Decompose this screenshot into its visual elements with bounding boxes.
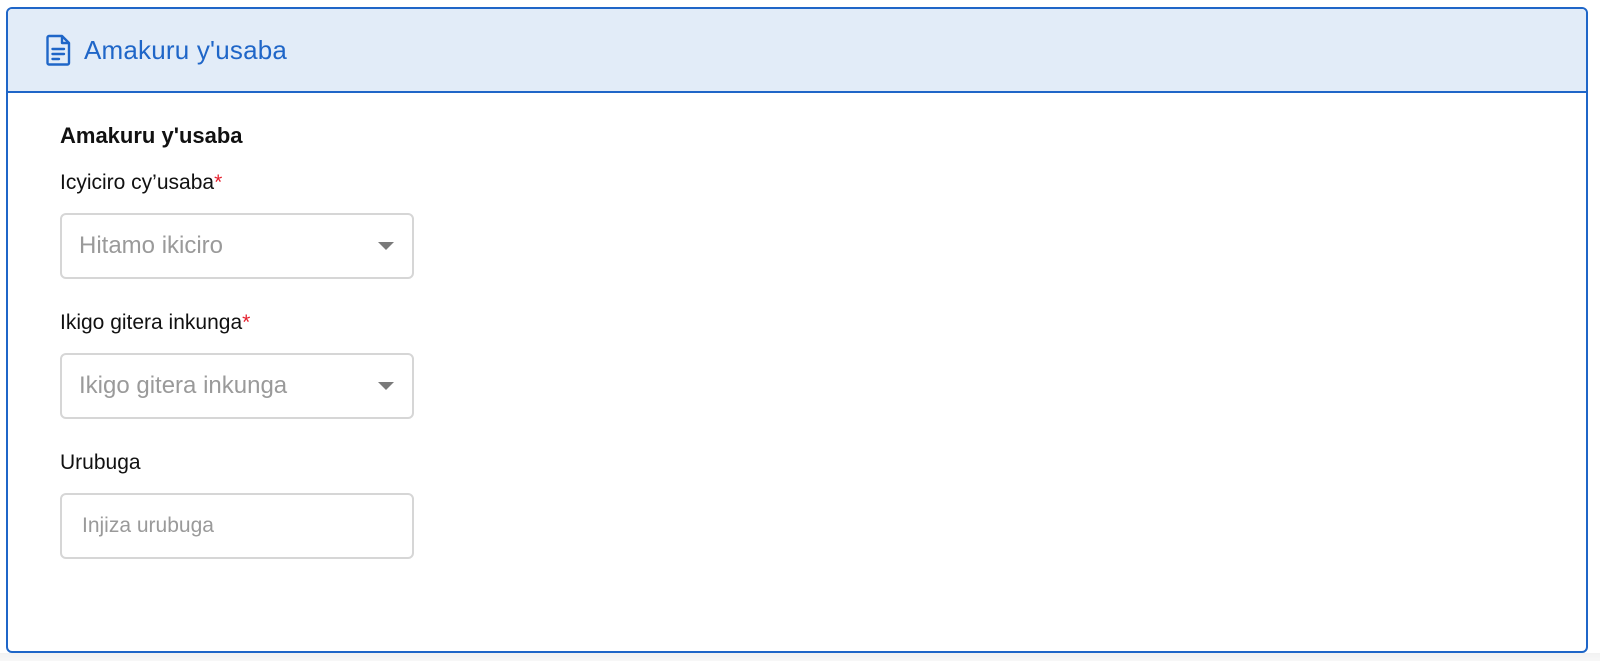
applicant-category-select[interactable]: Hitamo ikiciro bbox=[60, 213, 414, 279]
funding-agency-label: Ikigo gitera inkunga* bbox=[60, 311, 1586, 335]
funding-agency-label-text: Ikigo gitera inkunga bbox=[60, 311, 243, 334]
website-label: Urubuga bbox=[60, 451, 141, 474]
caret-down-icon bbox=[378, 242, 394, 250]
required-asterisk: * bbox=[214, 171, 223, 194]
applicant-category-label: Icyiciro cy’usaba* bbox=[60, 171, 1586, 195]
page-bottom-shadow bbox=[0, 653, 1600, 661]
applicant-info-card: Amakuru y'usaba Amakuru y'usaba Icyiciro… bbox=[6, 7, 1588, 653]
website-field: Urubuga bbox=[60, 451, 1586, 559]
section-title: Amakuru y'usaba bbox=[60, 123, 243, 148]
funding-agency-select[interactable]: Ikigo gitera inkunga bbox=[60, 353, 414, 419]
funding-agency-placeholder: Ikigo gitera inkunga bbox=[79, 372, 288, 399]
applicant-category-field: Icyiciro cy’usaba* Hitamo ikiciro bbox=[60, 171, 1586, 279]
required-asterisk: * bbox=[242, 311, 251, 334]
applicant-category-placeholder: Hitamo ikiciro bbox=[79, 232, 224, 259]
applicant-category-label-text: Icyiciro cy’usaba bbox=[60, 171, 215, 194]
card-header: Amakuru y'usaba bbox=[8, 9, 1586, 93]
funding-agency-field: Ikigo gitera inkunga* Ikigo gitera inkun… bbox=[60, 311, 1586, 419]
caret-down-icon bbox=[378, 382, 394, 390]
document-icon bbox=[46, 34, 72, 66]
card-body: Amakuru y'usaba Icyiciro cy’usaba* Hitam… bbox=[8, 93, 1586, 559]
website-input[interactable] bbox=[60, 493, 414, 559]
card-title: Amakuru y'usaba bbox=[84, 34, 288, 65]
